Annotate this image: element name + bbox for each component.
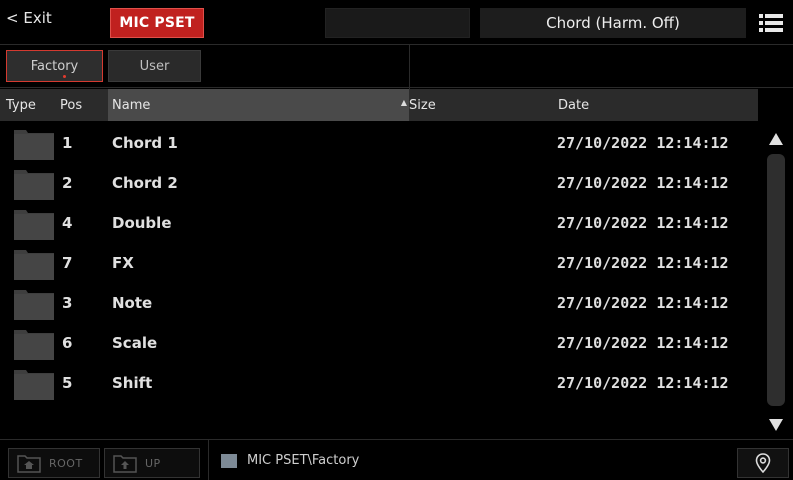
row-pos: 6 xyxy=(62,334,73,352)
row-date: 27/10/2022 12:14:12 xyxy=(557,294,729,312)
folder-icon xyxy=(221,453,237,468)
row-name: FX xyxy=(112,254,134,272)
scrollbar-track[interactable] xyxy=(767,154,785,406)
triangle-down-icon xyxy=(769,419,783,431)
row-pos: 7 xyxy=(62,254,73,272)
row-pos: 2 xyxy=(62,174,73,192)
row-pos: 1 xyxy=(62,134,73,152)
row-pos: 5 xyxy=(62,374,73,392)
column-header-name-label: Name xyxy=(112,97,151,113)
column-header-pos[interactable]: Pos xyxy=(56,89,108,121)
tab-row-divider xyxy=(409,45,410,89)
row-date: 27/10/2022 12:14:12 xyxy=(557,334,729,352)
folder-icon xyxy=(14,210,54,240)
up-button[interactable]: UP xyxy=(104,448,200,478)
scroll-up-button[interactable] xyxy=(762,128,790,150)
current-path: MIC PSET\Factory xyxy=(208,440,728,480)
row-name: Double xyxy=(112,214,172,232)
table-row[interactable]: 2 Chord 2 27/10/2022 12:14:12 xyxy=(0,164,760,204)
triangle-up-icon xyxy=(769,133,783,145)
mode-badge: MIC PSET xyxy=(110,8,204,38)
tab-factory-label: Factory xyxy=(30,58,79,74)
tab-user-label: User xyxy=(139,58,170,74)
row-pos: 3 xyxy=(62,294,73,312)
row-date: 27/10/2022 12:14:12 xyxy=(557,174,729,192)
row-name: Chord 1 xyxy=(112,134,178,152)
folder-icon xyxy=(14,290,54,320)
location-pin-icon xyxy=(755,453,771,473)
column-header-type[interactable]: Type xyxy=(0,89,56,121)
root-button-label: ROOT xyxy=(49,456,83,470)
current-path-text: MIC PSET\Factory xyxy=(247,453,360,468)
preset-name-display[interactable]: Chord (Harm. Off) xyxy=(480,8,746,38)
row-name: Shift xyxy=(112,374,153,392)
folder-icon xyxy=(14,170,54,200)
location-button[interactable] xyxy=(737,448,789,478)
folder-icon xyxy=(14,370,54,400)
scroll-down-button[interactable] xyxy=(762,414,790,436)
up-button-label: UP xyxy=(145,456,161,470)
folder-icon xyxy=(14,250,54,280)
table-row[interactable]: 5 Shift 27/10/2022 12:14:12 xyxy=(0,364,760,404)
hamburger-menu-icon xyxy=(759,14,783,32)
bottom-bar: ROOT UP MIC PSET\Factory xyxy=(0,439,793,480)
column-header-size[interactable]: Size xyxy=(409,89,554,121)
menu-button[interactable] xyxy=(752,8,790,38)
table-header: Type Pos Name ▲ Size Date xyxy=(0,89,793,121)
table-row[interactable]: 7 FX 27/10/2022 12:14:12 xyxy=(0,244,760,284)
tab-factory[interactable]: Factory xyxy=(6,50,103,82)
column-header-name[interactable]: Name ▲ xyxy=(108,89,409,121)
tab-row: Factory User xyxy=(0,44,793,89)
exit-button[interactable]: < Exit xyxy=(6,9,52,27)
tab-user[interactable]: User xyxy=(108,50,201,82)
table-row[interactable]: 3 Note 27/10/2022 12:14:12 xyxy=(0,284,760,324)
sort-ascending-icon: ▲ xyxy=(400,98,407,107)
row-name: Note xyxy=(112,294,153,312)
folder-icon xyxy=(14,130,54,160)
row-name: Scale xyxy=(112,334,158,352)
row-date: 27/10/2022 12:14:12 xyxy=(557,134,729,152)
selected-indicator-dot xyxy=(63,75,66,78)
blank-display-field xyxy=(325,8,470,38)
column-header-date[interactable]: Date xyxy=(554,89,758,121)
table-row[interactable]: 4 Double 27/10/2022 12:14:12 xyxy=(0,204,760,244)
table-row[interactable]: 6 Scale 27/10/2022 12:14:12 xyxy=(0,324,760,364)
scrollbar[interactable] xyxy=(762,124,790,438)
row-name: Chord 2 xyxy=(112,174,178,192)
home-folder-icon xyxy=(17,455,41,473)
row-date: 27/10/2022 12:14:12 xyxy=(557,214,729,232)
row-pos: 4 xyxy=(62,214,73,232)
row-date: 27/10/2022 12:14:12 xyxy=(557,254,729,272)
folder-icon xyxy=(14,330,54,360)
row-date: 27/10/2022 12:14:12 xyxy=(557,374,729,392)
top-bar: < Exit MIC PSET Chord (Harm. Off) xyxy=(0,0,793,44)
root-button[interactable]: ROOT xyxy=(8,448,100,478)
up-folder-icon xyxy=(113,455,137,473)
table-row[interactable]: 1 Chord 1 27/10/2022 12:14:12 xyxy=(0,124,760,164)
